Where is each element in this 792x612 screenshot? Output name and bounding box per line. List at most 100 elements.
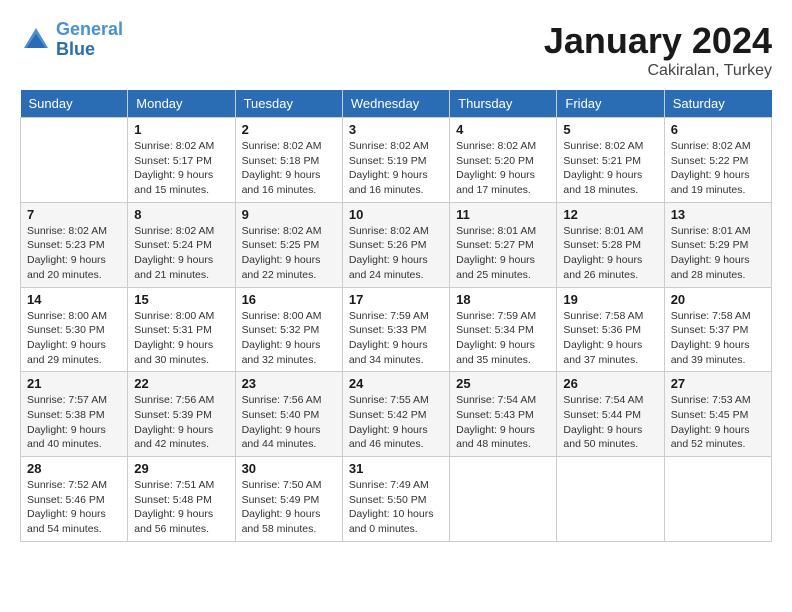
- calendar-cell: 14 Sunrise: 8:00 AM Sunset: 5:30 PM Dayli…: [21, 287, 128, 372]
- calendar-cell: 2 Sunrise: 8:02 AM Sunset: 5:18 PM Daylig…: [235, 118, 342, 203]
- day-number: 16: [242, 292, 336, 307]
- logo: General Blue: [20, 20, 123, 60]
- day-info: Sunrise: 8:02 AM Sunset: 5:23 PM Dayligh…: [27, 224, 121, 283]
- calendar-title: January 2024: [544, 20, 772, 62]
- day-number: 24: [349, 376, 443, 391]
- day-info: Sunrise: 7:57 AM Sunset: 5:38 PM Dayligh…: [27, 393, 121, 452]
- page-header: General Blue January 2024 Cakiralan, Tur…: [20, 20, 772, 80]
- day-number: 17: [349, 292, 443, 307]
- day-number: 4: [456, 122, 550, 137]
- logo-text: General Blue: [56, 20, 123, 60]
- calendar-header-row: Sunday Monday Tuesday Wednesday Thursday…: [21, 90, 772, 118]
- day-info: Sunrise: 7:59 AM Sunset: 5:33 PM Dayligh…: [349, 309, 443, 368]
- calendar-cell: 15 Sunrise: 8:00 AM Sunset: 5:31 PM Dayli…: [128, 287, 235, 372]
- col-monday: Monday: [128, 90, 235, 118]
- day-info: Sunrise: 8:02 AM Sunset: 5:18 PM Dayligh…: [242, 139, 336, 198]
- day-number: 8: [134, 207, 228, 222]
- calendar-cell: [21, 118, 128, 203]
- calendar-cell: 9 Sunrise: 8:02 AM Sunset: 5:25 PM Daylig…: [235, 202, 342, 287]
- calendar-cell: 24 Sunrise: 7:55 AM Sunset: 5:42 PM Dayli…: [342, 372, 449, 457]
- calendar-cell: 28 Sunrise: 7:52 AM Sunset: 5:46 PM Dayli…: [21, 457, 128, 542]
- calendar-cell: 30 Sunrise: 7:50 AM Sunset: 5:49 PM Dayli…: [235, 457, 342, 542]
- day-number: 6: [671, 122, 765, 137]
- calendar-cell: 19 Sunrise: 7:58 AM Sunset: 5:36 PM Dayli…: [557, 287, 664, 372]
- day-info: Sunrise: 8:02 AM Sunset: 5:24 PM Dayligh…: [134, 224, 228, 283]
- calendar-cell: 6Sunrise: 8:02 AM Sunset: 5:22 PM Daylig…: [664, 118, 771, 203]
- day-info: Sunrise: 7:49 AM Sunset: 5:50 PM Dayligh…: [349, 478, 443, 537]
- calendar-cell: 27Sunrise: 7:53 AM Sunset: 5:45 PM Dayli…: [664, 372, 771, 457]
- day-number: 1: [134, 122, 228, 137]
- day-info: Sunrise: 8:00 AM Sunset: 5:30 PM Dayligh…: [27, 309, 121, 368]
- calendar-cell: [450, 457, 557, 542]
- day-info: Sunrise: 7:55 AM Sunset: 5:42 PM Dayligh…: [349, 393, 443, 452]
- calendar-cell: 18Sunrise: 7:59 AM Sunset: 5:34 PM Dayli…: [450, 287, 557, 372]
- calendar-cell: 17 Sunrise: 7:59 AM Sunset: 5:33 PM Dayli…: [342, 287, 449, 372]
- day-info: Sunrise: 8:02 AM Sunset: 5:19 PM Dayligh…: [349, 139, 443, 198]
- day-number: 28: [27, 461, 121, 476]
- calendar-cell: [664, 457, 771, 542]
- day-number: 2: [242, 122, 336, 137]
- day-info: Sunrise: 8:01 AM Sunset: 5:28 PM Dayligh…: [563, 224, 657, 283]
- day-info: Sunrise: 7:52 AM Sunset: 5:46 PM Dayligh…: [27, 478, 121, 537]
- calendar-cell: 23 Sunrise: 7:56 AM Sunset: 5:40 PM Dayli…: [235, 372, 342, 457]
- calendar-cell: 22Sunrise: 7:56 AM Sunset: 5:39 PM Dayli…: [128, 372, 235, 457]
- calendar-cell: 8 Sunrise: 8:02 AM Sunset: 5:24 PM Daylig…: [128, 202, 235, 287]
- col-tuesday: Tuesday: [235, 90, 342, 118]
- day-number: 19: [563, 292, 657, 307]
- day-info: Sunrise: 8:00 AM Sunset: 5:31 PM Dayligh…: [134, 309, 228, 368]
- calendar-cell: 4Sunrise: 8:02 AM Sunset: 5:20 PM Daylig…: [450, 118, 557, 203]
- day-number: 5: [563, 122, 657, 137]
- day-info: Sunrise: 8:02 AM Sunset: 5:25 PM Dayligh…: [242, 224, 336, 283]
- day-number: 13: [671, 207, 765, 222]
- calendar-cell: 21 Sunrise: 7:57 AM Sunset: 5:38 PM Dayli…: [21, 372, 128, 457]
- day-info: Sunrise: 7:51 AM Sunset: 5:48 PM Dayligh…: [134, 478, 228, 537]
- day-info: Sunrise: 8:01 AM Sunset: 5:29 PM Dayligh…: [671, 224, 765, 283]
- day-number: 11: [456, 207, 550, 222]
- col-thursday: Thursday: [450, 90, 557, 118]
- day-info: Sunrise: 8:02 AM Sunset: 5:21 PM Dayligh…: [563, 139, 657, 198]
- day-info: Sunrise: 7:53 AM Sunset: 5:45 PM Dayligh…: [671, 393, 765, 452]
- day-number: 14: [27, 292, 121, 307]
- calendar-table: Sunday Monday Tuesday Wednesday Thursday…: [20, 90, 772, 542]
- calendar-cell: 11 Sunrise: 8:01 AM Sunset: 5:27 PM Dayli…: [450, 202, 557, 287]
- calendar-cell: 31 Sunrise: 7:49 AM Sunset: 5:50 PM Dayli…: [342, 457, 449, 542]
- col-saturday: Saturday: [664, 90, 771, 118]
- day-info: Sunrise: 8:02 AM Sunset: 5:17 PM Dayligh…: [134, 139, 228, 198]
- calendar-cell: 3 Sunrise: 8:02 AM Sunset: 5:19 PM Daylig…: [342, 118, 449, 203]
- day-info: Sunrise: 7:58 AM Sunset: 5:37 PM Dayligh…: [671, 309, 765, 368]
- day-info: Sunrise: 8:00 AM Sunset: 5:32 PM Dayligh…: [242, 309, 336, 368]
- day-number: 30: [242, 461, 336, 476]
- day-number: 22: [134, 376, 228, 391]
- day-number: 15: [134, 292, 228, 307]
- calendar-row-3: 14 Sunrise: 8:00 AM Sunset: 5:30 PM Dayli…: [21, 287, 772, 372]
- day-info: Sunrise: 7:56 AM Sunset: 5:40 PM Dayligh…: [242, 393, 336, 452]
- day-number: 9: [242, 207, 336, 222]
- day-info: Sunrise: 8:01 AM Sunset: 5:27 PM Dayligh…: [456, 224, 550, 283]
- calendar-cell: 12Sunrise: 8:01 AM Sunset: 5:28 PM Dayli…: [557, 202, 664, 287]
- day-number: 26: [563, 376, 657, 391]
- col-friday: Friday: [557, 90, 664, 118]
- day-info: Sunrise: 7:50 AM Sunset: 5:49 PM Dayligh…: [242, 478, 336, 537]
- calendar-row-5: 28 Sunrise: 7:52 AM Sunset: 5:46 PM Dayli…: [21, 457, 772, 542]
- calendar-cell: 26 Sunrise: 7:54 AM Sunset: 5:44 PM Dayli…: [557, 372, 664, 457]
- calendar-cell: 13 Sunrise: 8:01 AM Sunset: 5:29 PM Dayli…: [664, 202, 771, 287]
- day-number: 3: [349, 122, 443, 137]
- col-wednesday: Wednesday: [342, 90, 449, 118]
- calendar-cell: 16 Sunrise: 8:00 AM Sunset: 5:32 PM Dayli…: [235, 287, 342, 372]
- day-number: 20: [671, 292, 765, 307]
- day-number: 31: [349, 461, 443, 476]
- day-number: 25: [456, 376, 550, 391]
- day-info: Sunrise: 7:54 AM Sunset: 5:44 PM Dayligh…: [563, 393, 657, 452]
- calendar-row-1: 1 Sunrise: 8:02 AM Sunset: 5:17 PM Daylig…: [21, 118, 772, 203]
- day-info: Sunrise: 7:58 AM Sunset: 5:36 PM Dayligh…: [563, 309, 657, 368]
- calendar-cell: 5 Sunrise: 8:02 AM Sunset: 5:21 PM Daylig…: [557, 118, 664, 203]
- calendar-subtitle: Cakiralan, Turkey: [544, 62, 772, 80]
- day-number: 21: [27, 376, 121, 391]
- calendar-row-4: 21 Sunrise: 7:57 AM Sunset: 5:38 PM Dayli…: [21, 372, 772, 457]
- calendar-cell: 10Sunrise: 8:02 AM Sunset: 5:26 PM Dayli…: [342, 202, 449, 287]
- day-number: 29: [134, 461, 228, 476]
- logo-icon: [20, 24, 52, 56]
- calendar-cell: 25Sunrise: 7:54 AM Sunset: 5:43 PM Dayli…: [450, 372, 557, 457]
- day-number: 23: [242, 376, 336, 391]
- calendar-cell: 20 Sunrise: 7:58 AM Sunset: 5:37 PM Dayli…: [664, 287, 771, 372]
